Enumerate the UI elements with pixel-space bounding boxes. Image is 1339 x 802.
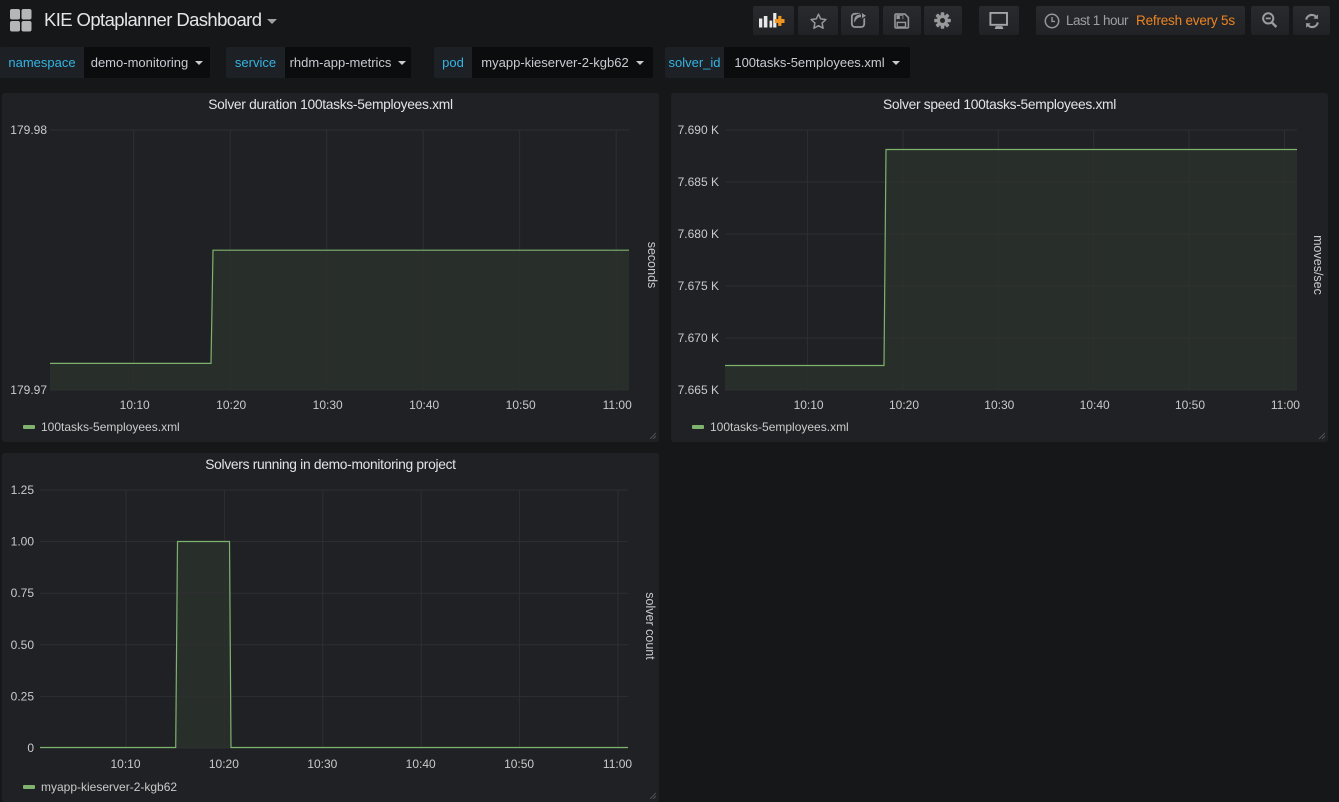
svg-text:10:50: 10:50 [506,398,536,412]
svg-text:11:00: 11:00 [1271,398,1300,412]
svg-text:10:50: 10:50 [1175,398,1205,412]
svg-text:7.670 K: 7.670 K [678,331,719,345]
svg-text:seconds: seconds [645,242,659,289]
svg-text:0: 0 [27,741,34,755]
svg-text:10:20: 10:20 [889,398,919,412]
svg-text:179.97: 179.97 [10,383,47,397]
svg-text:7.680 K: 7.680 K [678,227,719,241]
svg-text:10:40: 10:40 [406,757,436,771]
svg-text:10:20: 10:20 [216,398,246,412]
svg-text:10:10: 10:10 [794,398,824,412]
svg-text:11:00: 11:00 [603,757,632,771]
svg-text:10:40: 10:40 [409,398,439,412]
svg-text:solver count: solver count [643,592,657,660]
svg-text:0.50: 0.50 [11,638,35,652]
svg-text:11:00: 11:00 [603,398,632,412]
svg-text:moves/sec: moves/sec [1311,235,1325,295]
svg-text:10:30: 10:30 [984,398,1014,412]
svg-text:7.675 K: 7.675 K [678,279,719,293]
svg-text:1.00: 1.00 [11,535,35,549]
svg-text:7.665 K: 7.665 K [678,383,719,397]
svg-text:1.25: 1.25 [11,483,35,497]
svg-text:10:10: 10:10 [110,757,140,771]
svg-text:10:20: 10:20 [209,757,239,771]
svg-text:10:40: 10:40 [1080,398,1110,412]
svg-text:7.685 K: 7.685 K [678,175,719,189]
svg-text:7.690 K: 7.690 K [678,123,719,137]
svg-text:179.98: 179.98 [10,123,47,137]
svg-text:10:30: 10:30 [313,398,343,412]
svg-text:10:50: 10:50 [504,757,534,771]
svg-text:10:30: 10:30 [307,757,337,771]
svg-text:0.75: 0.75 [11,586,35,600]
svg-text:10:10: 10:10 [120,398,150,412]
svg-text:0.25: 0.25 [11,689,35,703]
